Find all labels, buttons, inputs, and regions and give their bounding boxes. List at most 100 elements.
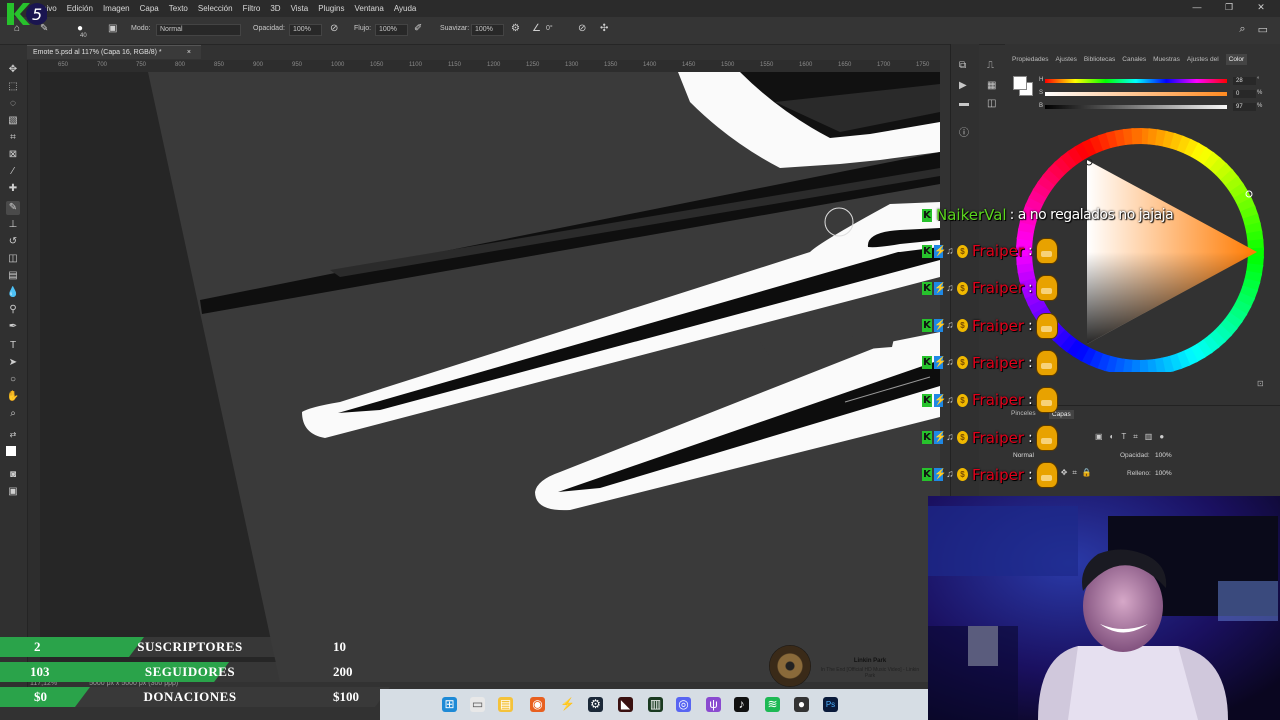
marquee-tool-icon[interactable]: ⬚ (6, 80, 20, 94)
screen-mode-icon[interactable]: ▣ (6, 485, 20, 499)
default-colors-icon[interactable]: ⇄ (6, 428, 20, 442)
close-tab-icon[interactable]: × (187, 46, 191, 59)
grid-strip-icon[interactable]: ▦ (987, 80, 996, 91)
info-icon[interactable]: ⓘ (959, 124, 969, 139)
obs-icon[interactable]: ● (794, 697, 809, 712)
flow-input[interactable]: 100% (375, 24, 408, 36)
object-selection-tool-icon[interactable]: ▧ (6, 114, 20, 128)
mode-select[interactable]: Normal (156, 24, 241, 36)
type-tool-icon[interactable]: T (6, 339, 20, 353)
move-tool-icon[interactable]: ✥ (6, 63, 20, 77)
pressure-opacity-icon[interactable]: ⊘ (330, 23, 338, 34)
menu-3d[interactable]: 3D (270, 4, 280, 13)
actions-play-icon[interactable]: ▶ (959, 80, 967, 91)
tab-channels[interactable]: Canales (1122, 56, 1146, 63)
app-orange-icon[interactable]: ◉ (530, 697, 545, 712)
menu-ventana[interactable]: Ventana (354, 4, 383, 13)
shape-tool-icon[interactable]: ○ (6, 373, 20, 387)
smoothing-input[interactable]: 100% (471, 24, 504, 36)
photoshop-icon[interactable]: Ps (823, 697, 838, 712)
panel-expand-icon[interactable]: ⊡ (1257, 379, 1264, 388)
blur-tool-icon[interactable]: 💧 (6, 286, 20, 300)
document-canvas[interactable] (40, 72, 940, 682)
goal-current: $0 (34, 689, 47, 704)
brush-tool-icon[interactable]: ✎ (6, 201, 20, 215)
flow-label: Flujo: (354, 25, 372, 32)
gradient-tool-icon[interactable]: ▤ (6, 269, 20, 283)
b-value[interactable]: 97 (1233, 103, 1256, 111)
brightness-slider[interactable] (1045, 105, 1227, 109)
app-purple-icon[interactable]: ψ (706, 697, 721, 712)
menu-capa[interactable]: Capa (140, 4, 159, 13)
h-value[interactable]: 28 (1233, 77, 1256, 85)
menu-seleccion[interactable]: Selección (198, 4, 233, 13)
menu-plugins[interactable]: Plugins (318, 4, 344, 13)
history-icon[interactable]: ⧉ (959, 60, 966, 71)
angle-value[interactable]: 0° (546, 25, 553, 32)
riot-app-icon[interactable]: ◣ (618, 697, 633, 712)
lightning-app-icon[interactable]: ⚡ (560, 697, 575, 712)
foreground-color-swatch[interactable] (6, 446, 16, 456)
clone-stamp-tool-icon[interactable]: ⊥ (6, 218, 20, 232)
pen-tool-icon[interactable]: ✒ (6, 320, 20, 334)
symmetry-icon[interactable]: ✣ (600, 23, 608, 34)
tab-properties[interactable]: Propiedades (1012, 56, 1049, 63)
menu-imagen[interactable]: Imagen (103, 4, 130, 13)
frame-tool-icon[interactable]: ⊠ (6, 148, 20, 162)
menu-texto[interactable]: Texto (169, 4, 188, 13)
menu-vista[interactable]: Vista (291, 4, 309, 13)
task-view-icon[interactable]: ▭ (470, 697, 485, 712)
b-unit: % (1257, 103, 1263, 109)
quick-mask-icon[interactable]: ◙ (6, 468, 20, 482)
duck-emote-icon (1036, 349, 1059, 376)
chat-message: K ⚡ ♫ $ Fraiper: (922, 238, 1059, 264)
eraser-tool-icon[interactable]: ◫ (6, 252, 20, 266)
menu-filtro[interactable]: Filtro (243, 4, 261, 13)
minimize-button[interactable]: — (1190, 2, 1204, 13)
maximize-button[interactable]: ❐ (1222, 2, 1236, 13)
discord-icon[interactable]: ◎ (676, 697, 691, 712)
healing-tool-icon[interactable]: ✚ (6, 182, 20, 196)
opacity-input[interactable]: 100% (289, 24, 322, 36)
tab-libraries[interactable]: Bibliotecas (1084, 56, 1115, 63)
pressure-size-icon[interactable]: ⊘ (578, 23, 586, 34)
game-app-icon[interactable]: ▥ (648, 697, 663, 712)
tab-swatches[interactable]: Muestras (1153, 56, 1180, 63)
tab-presets[interactable]: Ajustes del (1187, 56, 1219, 63)
dodge-tool-icon[interactable]: ⚲ (6, 303, 20, 317)
glyphs-strip-icon[interactable]: ◫ (987, 98, 996, 109)
menu-ayuda[interactable]: Ayuda (394, 4, 417, 13)
search-icon[interactable]: ⌕ (1239, 23, 1245, 36)
hand-tool-icon[interactable]: ✋ (6, 390, 20, 404)
airbrush-icon[interactable]: ✐ (414, 23, 422, 34)
path-selection-tool-icon[interactable]: ➤ (6, 356, 20, 370)
workspace-icon[interactable]: ▭ (1258, 23, 1268, 36)
document-tab[interactable]: Emote 5.psd al 117% (Capa 16, RGB/8) * × (27, 45, 201, 59)
saturation-slider[interactable] (1045, 92, 1227, 96)
spotify-icon[interactable]: ≋ (765, 697, 780, 712)
zoom-tool-icon[interactable]: ⌕ (6, 407, 20, 421)
lasso-tool-icon[interactable]: ◌ (6, 97, 20, 111)
close-window-button[interactable]: ✕ (1254, 2, 1268, 13)
mic-badge-icon: ♫ (946, 282, 954, 294)
eyedropper-tool-icon[interactable]: ⁄ (6, 165, 20, 179)
smoothing-options-icon[interactable]: ⚙ (511, 23, 520, 34)
history-brush-tool-icon[interactable]: ↺ (6, 235, 20, 249)
crop-tool-icon[interactable]: ⌗ (6, 131, 20, 145)
properties-strip-icon[interactable]: ⎍ (987, 60, 994, 71)
brush-settings-icon[interactable]: ▣ (108, 23, 117, 34)
goal-target: 200 (333, 664, 353, 679)
steam-icon[interactable]: ⚙ (588, 697, 603, 712)
foreground-color-swatch-panel[interactable] (1013, 76, 1027, 90)
chat-username: Fraiper (972, 465, 1024, 484)
menu-edicion[interactable]: Edición (67, 4, 93, 13)
tab-adjustments[interactable]: Ajustes (1056, 56, 1077, 63)
tab-color[interactable]: Color (1225, 53, 1248, 65)
tiktok-icon[interactable]: ♪ (734, 697, 749, 712)
s-value[interactable]: 0 (1233, 90, 1256, 98)
chat-message: K ⚡ ♫ $ Fraiper: (922, 275, 1059, 302)
comments-icon[interactable]: ▬ (959, 98, 969, 109)
file-explorer-icon[interactable]: ▤ (498, 697, 513, 712)
hue-slider[interactable] (1045, 79, 1227, 83)
windows-start-icon[interactable]: ⊞ (442, 697, 457, 712)
